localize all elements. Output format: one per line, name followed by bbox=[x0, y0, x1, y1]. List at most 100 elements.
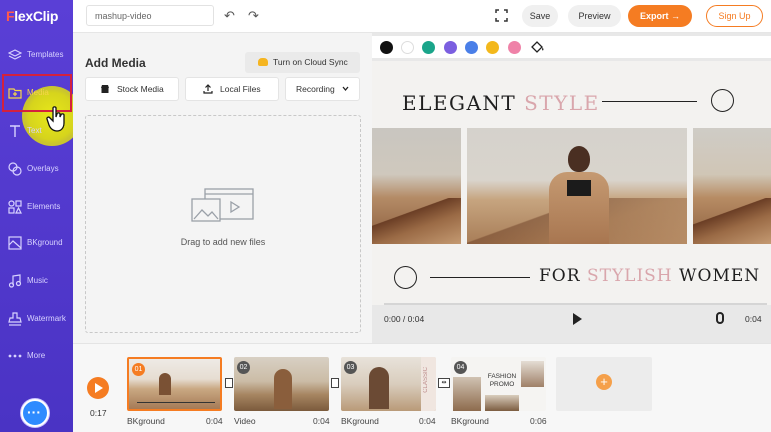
clip-thumbnail-figure bbox=[159, 373, 171, 395]
panel-title: Add Media bbox=[85, 56, 146, 70]
media-dropzone[interactable]: Drag to add new files bbox=[85, 115, 361, 333]
music-icon bbox=[8, 274, 22, 288]
save-button[interactable]: Save bbox=[522, 5, 558, 27]
chevron-down-icon bbox=[342, 86, 349, 92]
paint-bucket-icon[interactable] bbox=[530, 40, 544, 54]
tab-local-files[interactable]: Local Files bbox=[185, 77, 279, 101]
tab-label: Recording bbox=[296, 84, 335, 94]
transition-swap-icon[interactable]: ⇹ bbox=[438, 378, 450, 388]
model-photo-center[interactable] bbox=[467, 128, 687, 244]
undo-icon[interactable]: ↶ bbox=[224, 8, 235, 24]
clip-label: BKground bbox=[127, 416, 165, 426]
playback-progress-bar[interactable] bbox=[384, 303, 767, 305]
color-swatch-purple[interactable] bbox=[444, 41, 457, 54]
model-top bbox=[567, 180, 591, 196]
upload-icon bbox=[203, 84, 213, 94]
clip-thumbnail-figure bbox=[274, 369, 292, 409]
scene-duration: 0:04 bbox=[745, 314, 762, 324]
timeline-total-duration: 0:17 bbox=[90, 408, 107, 418]
clip-label: BKground bbox=[451, 416, 489, 426]
sidebar-item-label: Watermark bbox=[27, 314, 66, 323]
decor-line bbox=[430, 277, 530, 278]
app-logo[interactable]: FlexClip bbox=[6, 8, 58, 24]
sidebar-item-text[interactable]: Text bbox=[0, 114, 73, 150]
arrow-right-icon: → bbox=[671, 11, 681, 21]
background-icon bbox=[8, 236, 22, 250]
clip-decor-line bbox=[137, 402, 215, 403]
color-swatch-white[interactable] bbox=[401, 41, 414, 54]
clip-side-text: CLASSIC bbox=[423, 367, 429, 393]
tab-label: Stock Media bbox=[117, 84, 164, 94]
decor-line bbox=[602, 101, 697, 102]
timeline-clip-03[interactable]: 03 CLASSIC bbox=[341, 357, 436, 411]
color-palette bbox=[372, 36, 771, 58]
chat-icon: ··· bbox=[27, 404, 41, 420]
tab-stock-media[interactable]: Stock Media bbox=[85, 77, 179, 101]
transition-icon[interactable] bbox=[331, 378, 339, 388]
model-head bbox=[568, 146, 590, 172]
canvas-subtitle[interactable]: FOR STYLISH WOMEN bbox=[539, 266, 760, 286]
color-swatch-yellow[interactable] bbox=[486, 41, 499, 54]
cloud-sync-button[interactable]: Turn on Cloud Sync bbox=[245, 52, 360, 73]
timeline-clip-02[interactable]: 02 bbox=[234, 357, 329, 411]
export-button[interactable]: Export → bbox=[628, 5, 692, 27]
timeline-play-button[interactable] bbox=[87, 377, 109, 399]
add-files-illustration-icon bbox=[191, 188, 254, 222]
color-swatch-pink[interactable] bbox=[508, 41, 521, 54]
sidebar-item-templates[interactable]: Templates bbox=[0, 38, 73, 74]
add-media-panel: Add Media Turn on Cloud Sync Stock Media… bbox=[73, 33, 372, 343]
microphone-icon[interactable] bbox=[716, 312, 724, 324]
dropzone-label: Drag to add new files bbox=[180, 237, 266, 247]
color-swatch-teal[interactable] bbox=[422, 41, 435, 54]
sidebar-item-music[interactable]: Music bbox=[0, 264, 73, 300]
sidebar-item-overlays[interactable]: Overlays bbox=[0, 152, 73, 188]
clip-number: 04 bbox=[454, 361, 467, 374]
clip-label: Video bbox=[234, 416, 256, 426]
decor-circle bbox=[711, 89, 734, 112]
color-swatch-blue[interactable] bbox=[465, 41, 478, 54]
title-accent-word: STYLE bbox=[524, 91, 600, 115]
redo-icon[interactable]: ↷ bbox=[248, 8, 259, 24]
color-swatch-black[interactable] bbox=[380, 41, 393, 54]
chat-help-button[interactable]: ··· bbox=[21, 399, 49, 427]
signup-button[interactable]: Sign Up bbox=[706, 5, 763, 27]
clip-thumbnail-photo bbox=[453, 377, 481, 411]
clip-caption-line: PROMO bbox=[489, 381, 515, 388]
clip-duration: 0:04 bbox=[419, 416, 436, 426]
subtitle-word: WOMEN bbox=[679, 266, 761, 286]
project-name-input[interactable] bbox=[86, 5, 214, 26]
preview-button[interactable]: Preview bbox=[568, 5, 621, 27]
canvas-title[interactable]: ELEGANT STYLE bbox=[402, 91, 600, 115]
sidebar-item-elements[interactable]: Elements bbox=[0, 190, 73, 226]
timeline-clip-04[interactable]: 04 FASHION PROMO bbox=[451, 357, 546, 411]
sidebar-item-label: Elements bbox=[27, 202, 61, 211]
sidebar-item-more[interactable]: More bbox=[0, 339, 73, 375]
title-word: ELEGANT bbox=[402, 91, 517, 115]
sidebar-item-label: Music bbox=[27, 276, 48, 285]
tab-recording[interactable]: Recording bbox=[285, 77, 360, 101]
clip-duration: 0:06 bbox=[530, 416, 547, 426]
clip-thumbnail-photo bbox=[485, 395, 519, 411]
clip-caption: FASHION PROMO bbox=[484, 373, 520, 389]
timeline-clip-01[interactable]: 01 bbox=[127, 357, 222, 411]
tab-label: Local Files bbox=[220, 84, 261, 94]
playback-time: 0:00 / 0:04 bbox=[384, 314, 425, 324]
elements-icon bbox=[8, 200, 22, 214]
play-icon[interactable] bbox=[573, 313, 582, 325]
fullscreen-icon[interactable] bbox=[495, 9, 508, 22]
sidebar-item-watermark[interactable]: Watermark bbox=[0, 302, 73, 338]
subtitle-word: FOR bbox=[539, 266, 581, 286]
clip-number: 02 bbox=[237, 361, 250, 374]
desert-photo-left[interactable] bbox=[372, 128, 461, 244]
clip-duration: 0:04 bbox=[313, 416, 330, 426]
video-canvas[interactable]: ELEGANT STYLE FOR STYLISH WOMEN bbox=[372, 61, 771, 305]
more-dots-icon bbox=[8, 354, 22, 358]
plus-icon: + bbox=[596, 374, 612, 390]
dune-shape bbox=[693, 198, 771, 244]
add-scene-button[interactable]: + bbox=[556, 357, 652, 411]
clip-number: 01 bbox=[132, 363, 145, 376]
transition-icon[interactable] bbox=[225, 378, 233, 388]
desert-photo-right[interactable] bbox=[693, 128, 771, 244]
clip-duration: 0:04 bbox=[206, 416, 223, 426]
sidebar-item-bkground[interactable]: BKground bbox=[0, 226, 73, 262]
